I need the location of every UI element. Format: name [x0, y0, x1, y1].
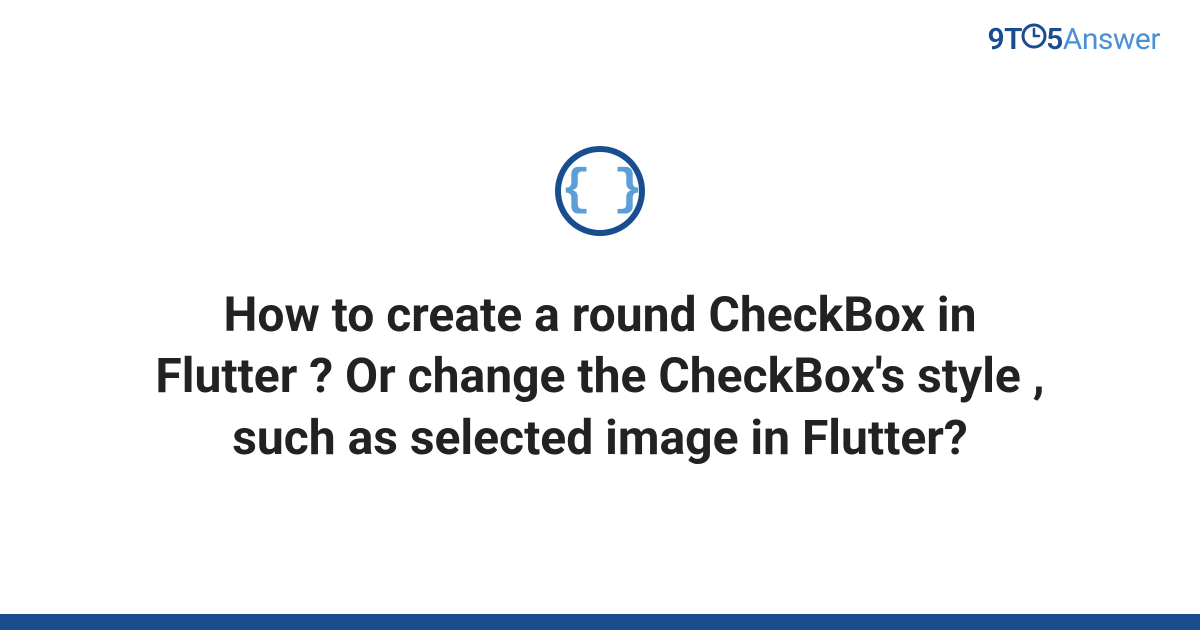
page-title: How to create a round CheckBox in Flutte…: [150, 284, 1050, 468]
category-badge: { }: [555, 146, 645, 236]
code-braces-icon: { }: [561, 166, 639, 216]
main-content: { } How to create a round CheckBox in Fl…: [0, 0, 1200, 614]
footer-accent-bar: [0, 614, 1200, 630]
